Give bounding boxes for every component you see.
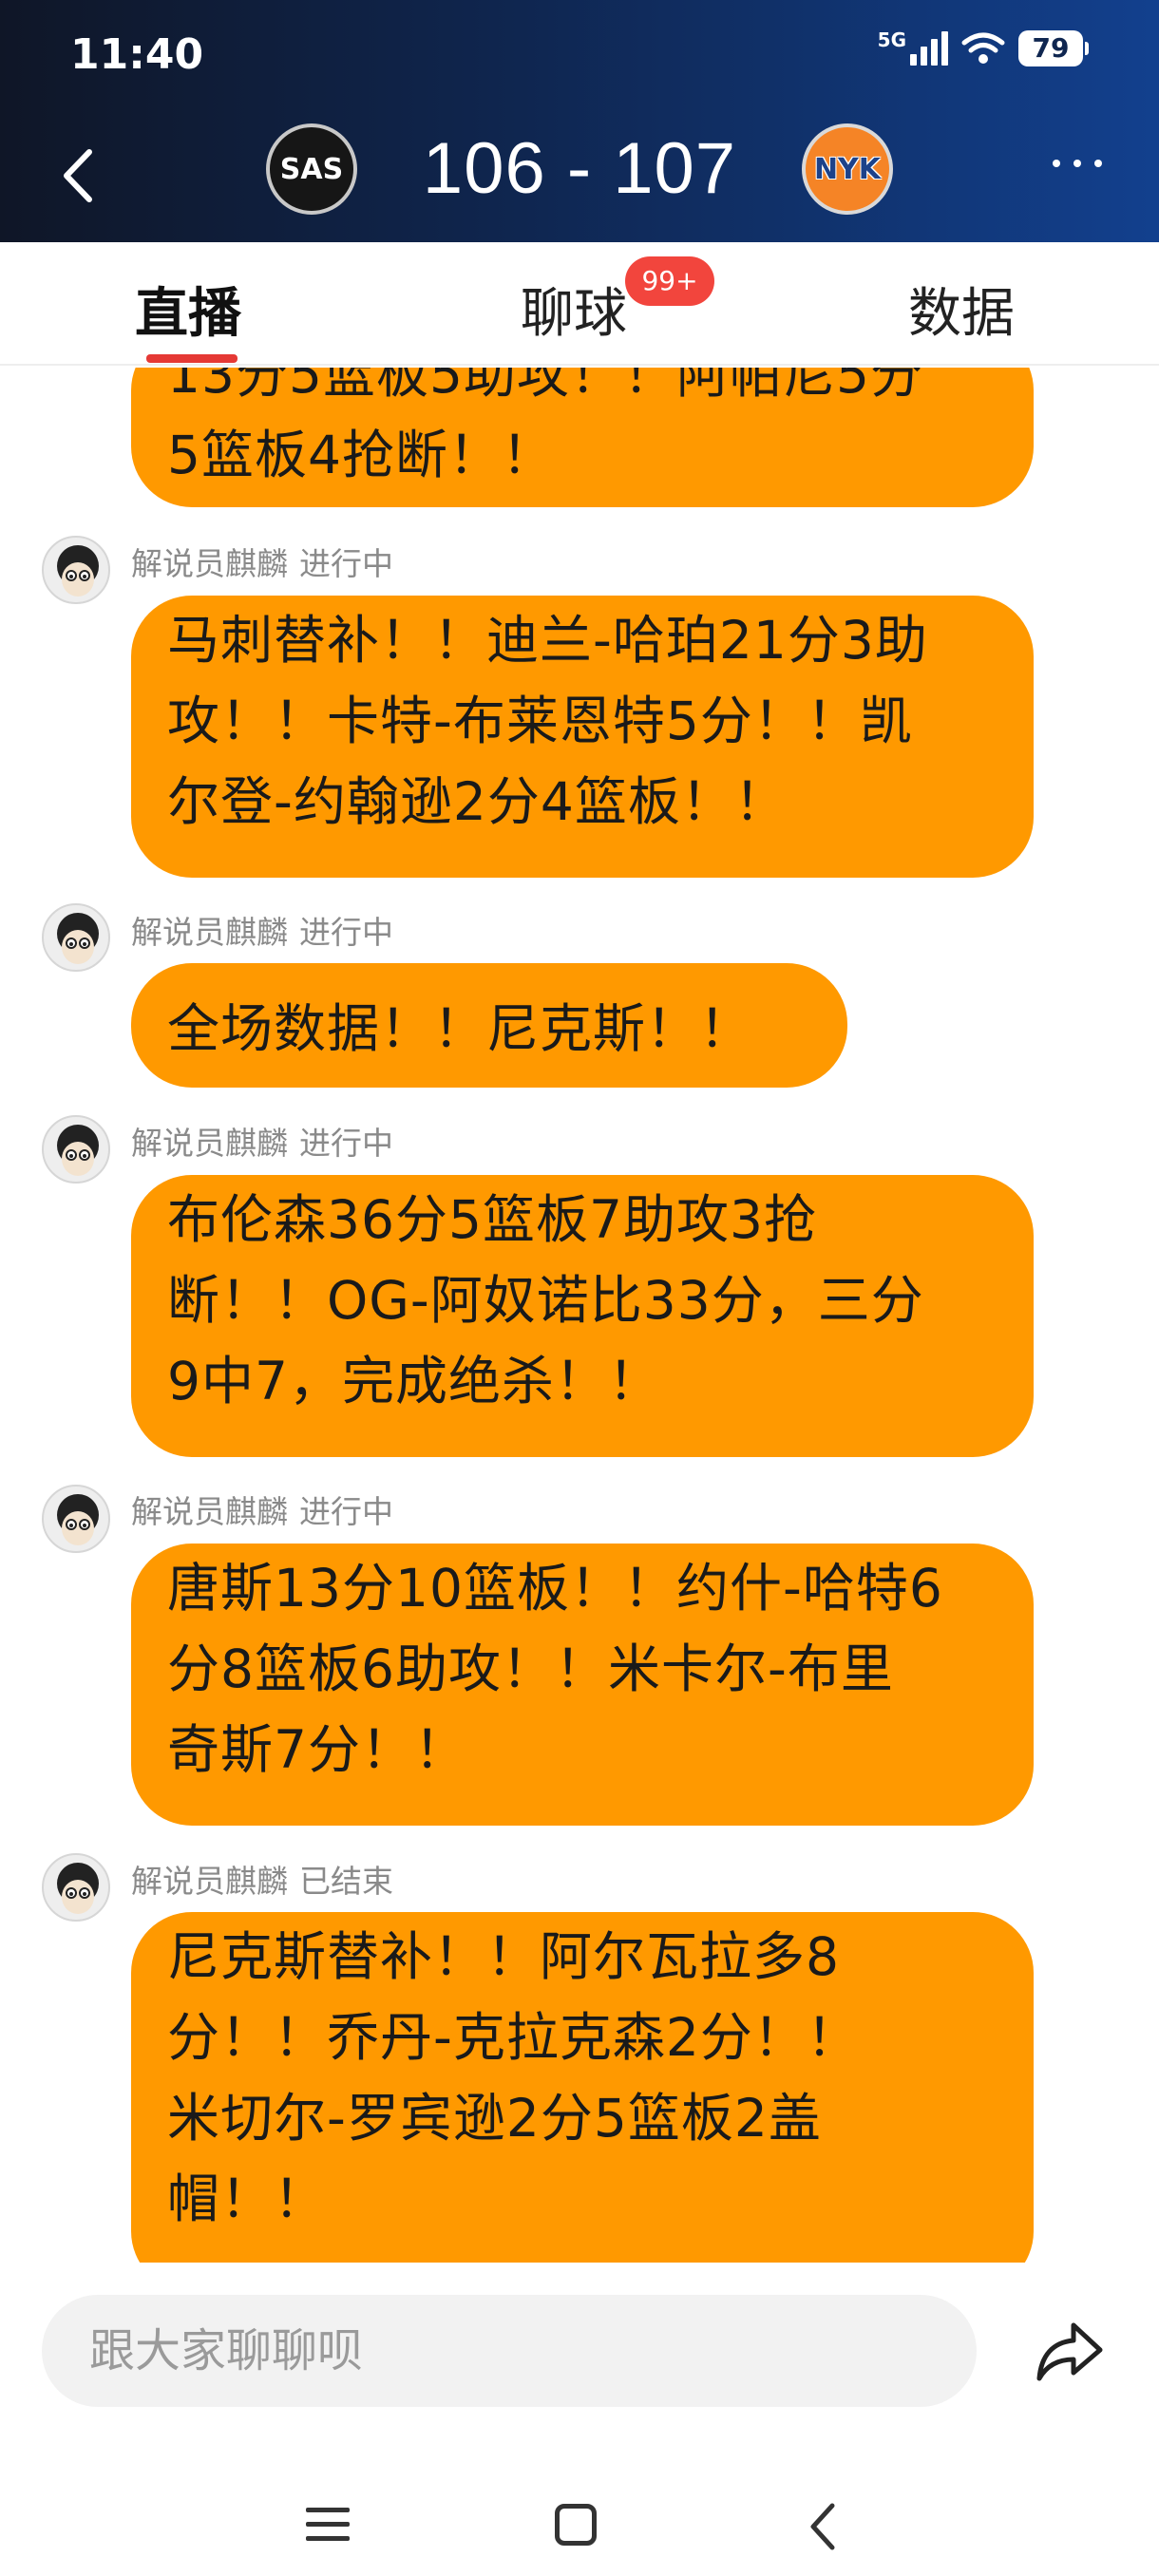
message-meta: 解说员麒麟 进行中 [131, 907, 393, 953]
message-status: 进行中 [299, 914, 393, 951]
message-line: 9中7，完成绝杀！！ [167, 1351, 661, 1411]
chat-unread-badge: 99+ [625, 256, 714, 306]
message-bubble: 尼克斯替补！！阿尔瓦拉多8 分！！乔丹-克拉克森2分！！ 米切尔-罗宾逊2分5篮… [131, 1912, 1034, 2263]
commentator-avatar[interactable] [42, 1485, 110, 1553]
author-name: 解说员麒麟 [131, 545, 288, 582]
home-square-icon[interactable] [555, 2504, 597, 2546]
message-meta: 解说员麒麟 已结束 [131, 1856, 393, 1902]
commentator-avatar[interactable] [42, 536, 110, 604]
share-icon[interactable] [1030, 2312, 1110, 2392]
message-meta: 解说员麒麟 进行中 [131, 1118, 393, 1164]
live-feed[interactable]: 13分5篮板5助攻！！阿帕尼5分 5篮板4抢断！！ 解说员麒麟 进行中 马刺替补！… [0, 368, 1159, 2263]
message-line: 奇斯7分！！ [167, 1719, 467, 1780]
author-name: 解说员麒麟 [131, 1863, 288, 1900]
commentator-avatar[interactable] [42, 1853, 110, 1922]
tab-live[interactable]: 直播 [135, 271, 241, 348]
status-time: 11:40 [70, 30, 204, 79]
away-team-logo[interactable]: NYK [802, 123, 893, 215]
message-bubble: 唐斯13分10篮板！！约什-哈特6 分8篮板6助攻！！米卡尔-布里 奇斯7分！！ [131, 1544, 1034, 1826]
message-bubble: 13分5篮板5助攻！！阿帕尼5分 5篮板4抢断！！ [131, 368, 1034, 507]
message-status: 进行中 [299, 545, 393, 582]
message-line: 断！！OG-阿奴诺比33分，三分 [167, 1270, 924, 1331]
comment-bar [0, 2263, 1159, 2453]
message-line: 5篮板4抢断！！ [167, 425, 555, 485]
score-row: SAS 106 - 107 NYK [266, 123, 893, 228]
message-line: 全场数据！！尼克斯！！ [167, 998, 753, 1059]
tab-stats[interactable]: 数据 [908, 271, 1015, 348]
message-line: 尼克斯替补！！阿尔瓦拉多8 [167, 1926, 840, 1987]
score: 106 - 107 [422, 128, 737, 209]
message-line: 帽！！ [167, 2169, 328, 2229]
signal-icon [910, 31, 948, 66]
wifi-icon [961, 32, 1005, 64]
message-line: 唐斯13分10篮板！！约什-哈特6 [167, 1558, 943, 1619]
message-line: 布伦森36分5篮板7助攻3抢 [167, 1189, 817, 1250]
home-team-logo[interactable]: SAS [266, 123, 357, 215]
game-header: 11:40 5G 79 SAS 106 - 107 NYK [0, 0, 1159, 242]
message-bubble: 马刺替补！！迪兰-哈珀21分3助 攻！！卡特-布莱恩特5分！！凯 尔登-约翰逊2… [131, 596, 1034, 878]
message-status: 进行中 [299, 1125, 393, 1162]
author-name: 解说员麒麟 [131, 1493, 288, 1530]
author-name: 解说员麒麟 [131, 1125, 288, 1162]
back-arrow-icon[interactable] [51, 142, 108, 209]
message-line: 13分5篮板5助攻！！阿帕尼5分 [167, 368, 923, 405]
network-type: 5G [877, 28, 906, 51]
message-line: 马刺替补！！迪兰-哈珀21分3助 [167, 610, 928, 671]
message-status: 已结束 [299, 1863, 393, 1900]
message-line: 米切尔-罗宾逊2分5篮板2盖 [167, 2088, 822, 2149]
tab-chat[interactable]: 聊球 [521, 271, 627, 348]
more-dots-icon[interactable] [1053, 160, 1102, 167]
battery-icon: 79 [1018, 30, 1089, 66]
system-nav-bar [0, 2453, 1159, 2576]
menu-icon[interactable] [306, 2508, 350, 2550]
message-status: 进行中 [299, 1493, 393, 1530]
nav-back-icon[interactable] [804, 2500, 842, 2553]
home-team-abbr: SAS [279, 152, 344, 186]
tab-bar: 直播 聊球 数据 [0, 242, 1159, 366]
message-meta: 解说员麒麟 进行中 [131, 539, 393, 584]
message-line: 分！！乔丹-克拉克森2分！！ [167, 2007, 860, 2068]
message-meta: 解说员麒麟 进行中 [131, 1487, 393, 1532]
chat-input[interactable] [42, 2295, 977, 2407]
status-icons: 5G 79 [877, 28, 1089, 66]
commentator-avatar[interactable] [42, 903, 110, 972]
active-tab-indicator [146, 354, 238, 363]
commentator-avatar[interactable] [42, 1115, 110, 1184]
message-line: 尔登-约翰逊2分4篮板！！ [167, 771, 788, 832]
away-team-abbr: NYK [813, 152, 882, 186]
author-name: 解说员麒麟 [131, 914, 288, 951]
message-line: 攻！！卡特-布莱恩特5分！！凯 [167, 691, 913, 751]
message-bubble: 全场数据！！尼克斯！！ [131, 963, 847, 1088]
message-line: 分8篮板6助攻！！米卡尔-布里 [167, 1638, 894, 1699]
message-bubble: 布伦森36分5篮板7助攻3抢 断！！OG-阿奴诺比33分，三分 9中7，完成绝杀… [131, 1175, 1034, 1457]
